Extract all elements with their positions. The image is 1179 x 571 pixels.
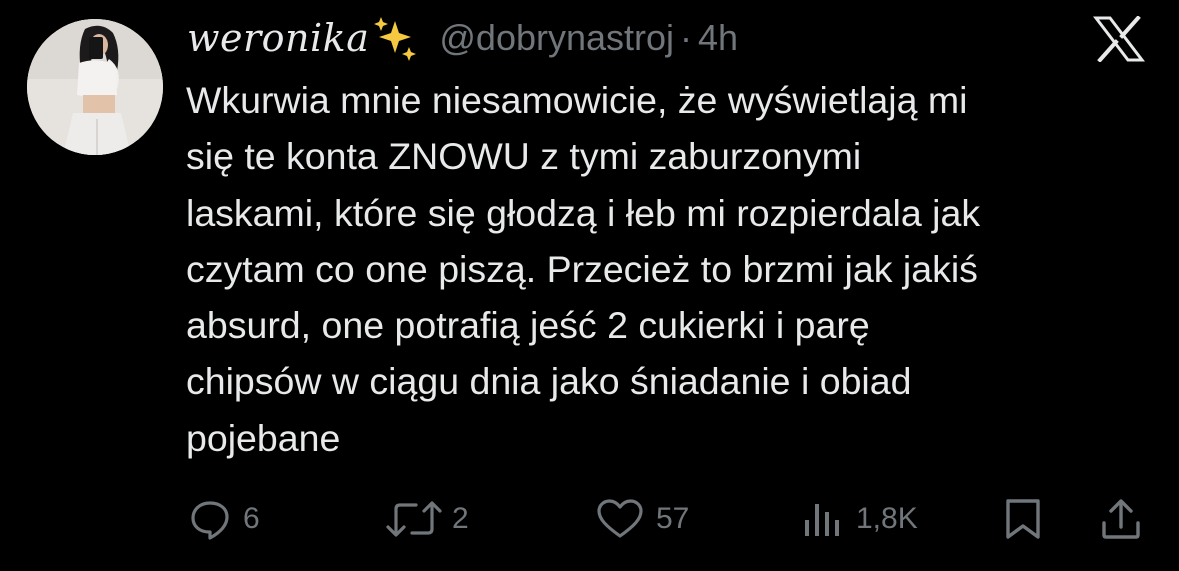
share-button[interactable]	[1099, 495, 1143, 543]
user-handle[interactable]: @dobrynastroj	[439, 17, 674, 59]
reply-icon	[189, 498, 231, 540]
like-button[interactable]: 57	[596, 495, 689, 543]
repost-icon	[384, 498, 444, 540]
avatar[interactable]	[27, 19, 163, 155]
tweet-header: weronika @dobrynastroj · 4h	[187, 14, 738, 62]
bookmark-icon	[1002, 497, 1044, 541]
heart-icon	[596, 498, 644, 540]
timestamp[interactable]: 4h	[698, 17, 738, 59]
views-button[interactable]: 1,8K	[800, 495, 918, 543]
reply-button[interactable]: 6	[189, 495, 260, 543]
tweet-text: Wkurwia mnie niesamowicie, że wyświetlaj…	[186, 79, 981, 459]
tweet[interactable]: weronika @dobrynastroj · 4h Wkurwia mnie…	[0, 0, 1179, 571]
views-count: 1,8K	[856, 502, 918, 535]
like-count: 57	[656, 502, 690, 535]
reply-count: 6	[243, 502, 260, 535]
bookmark-button[interactable]	[1002, 495, 1044, 543]
x-logo-icon[interactable]	[1092, 15, 1146, 63]
repost-count: 2	[452, 502, 469, 535]
views-icon	[800, 498, 848, 540]
action-bar: 6 2 57 1,8K	[0, 495, 1179, 543]
share-icon	[1099, 497, 1143, 541]
repost-button[interactable]: 2	[384, 495, 469, 543]
sparkles-icon	[373, 15, 417, 61]
display-name[interactable]: weronika	[187, 16, 369, 60]
separator-dot: ·	[680, 17, 693, 58]
